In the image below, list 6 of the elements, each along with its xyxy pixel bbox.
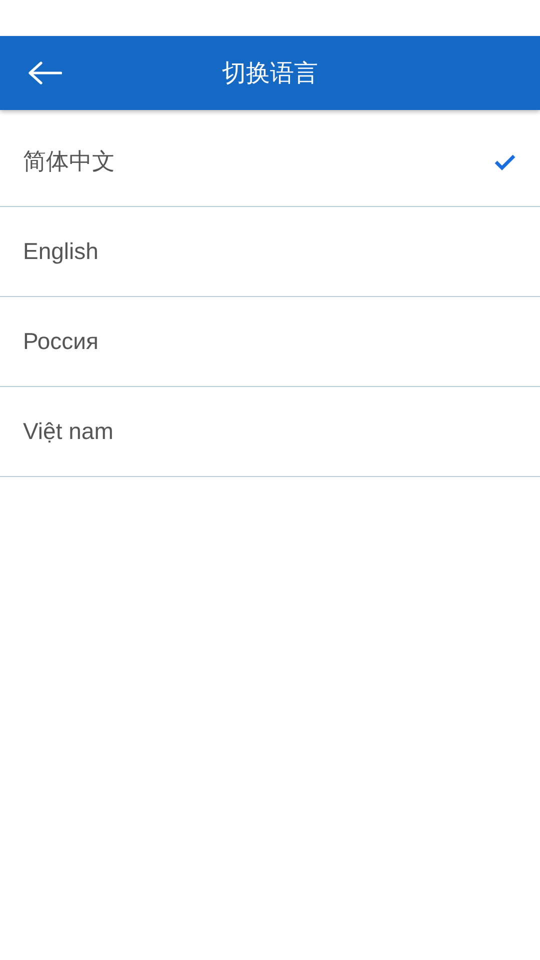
language-item[interactable]: Việt nam [0,387,540,477]
page-title: 切换语言 [222,60,318,87]
back-arrow-icon[interactable] [28,61,62,85]
language-item[interactable]: English [0,207,540,297]
language-item[interactable]: 简体中文 [0,117,540,207]
language-item[interactable]: Россия [0,297,540,387]
